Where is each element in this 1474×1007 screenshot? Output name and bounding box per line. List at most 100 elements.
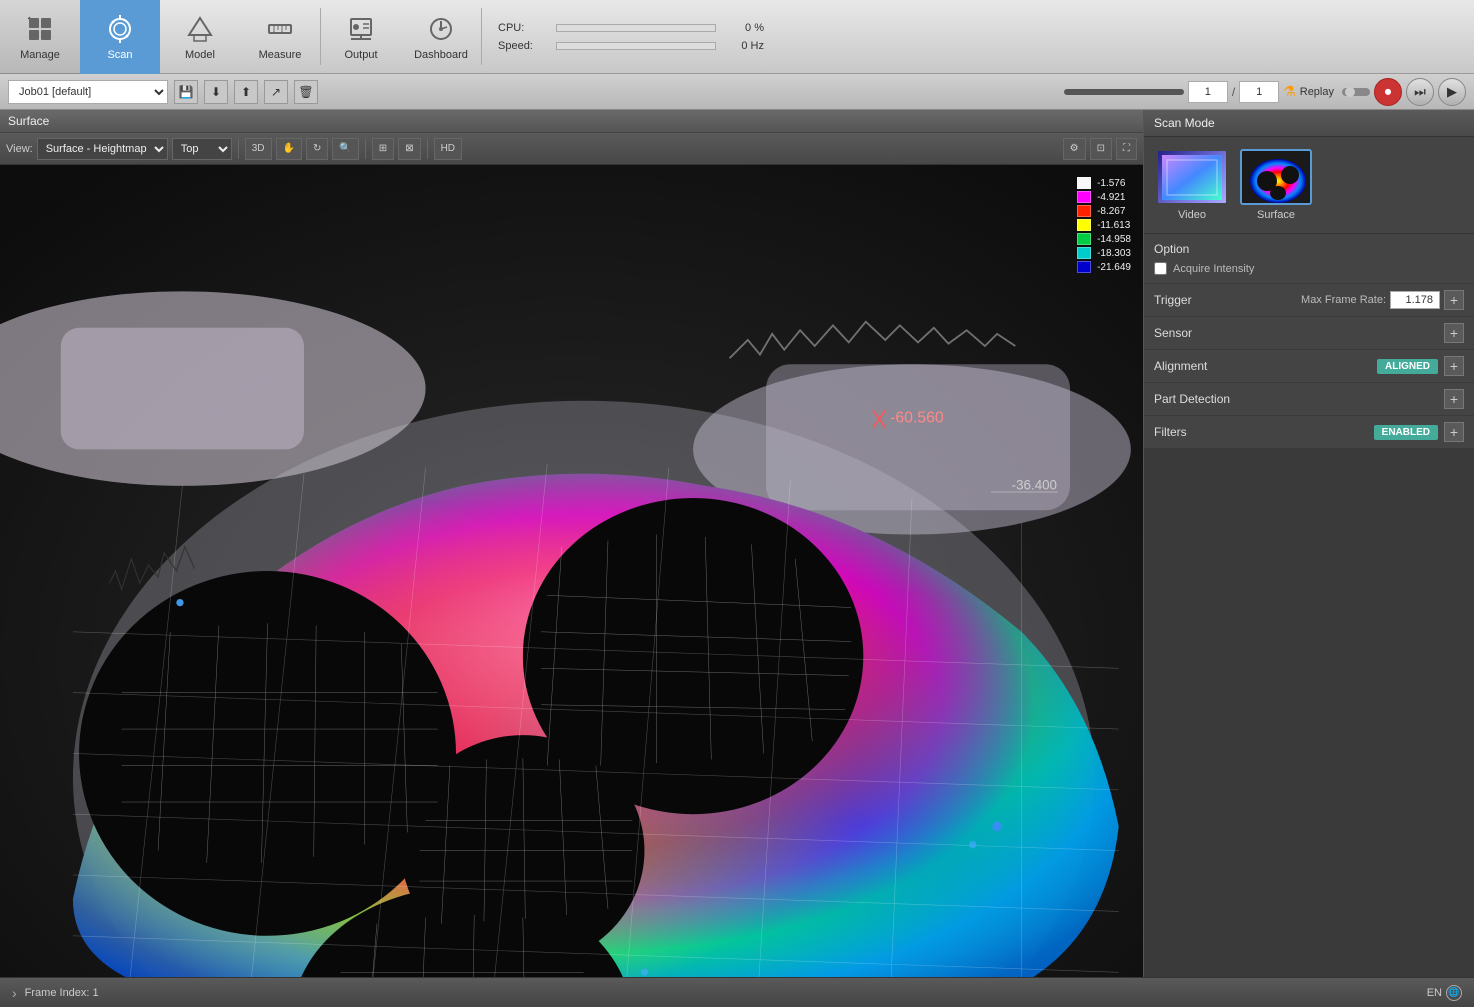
scan-mode-video[interactable]: Video — [1156, 149, 1228, 221]
download-button[interactable]: ⬇ — [204, 80, 228, 104]
manage-label: Manage — [20, 49, 60, 61]
export-button[interactable]: ↗ — [264, 80, 288, 104]
view-grid-button[interactable]: ⊞ — [372, 138, 394, 160]
scan-mode-title: Scan Mode — [1154, 116, 1215, 130]
surface-visualization: -60.560 -36.400 — [0, 165, 1143, 977]
view-controls: View: Surface - Heightmap Top 3D ✋ ↻ 🔍 ⊞… — [0, 133, 1143, 165]
surface-mode-label: Surface — [1257, 209, 1295, 221]
model-label: Model — [185, 49, 215, 61]
alignment-section[interactable]: Alignment ALIGNED + — [1144, 350, 1474, 383]
output-icon — [345, 13, 377, 45]
right-panel-empty — [1144, 449, 1474, 977]
view-rotate-button[interactable]: ↻ — [306, 138, 328, 160]
frame-current-input[interactable] — [1188, 81, 1228, 103]
alignment-plus-button[interactable]: + — [1444, 356, 1464, 376]
record-button[interactable]: ⏺ — [1374, 78, 1402, 106]
delete-button[interactable]: 🗑 — [294, 80, 318, 104]
hd-label: HD — [441, 143, 455, 154]
toolbar-btn-model[interactable]: Model — [160, 0, 240, 74]
legend-value-0: -1.576 — [1097, 178, 1125, 189]
scan-label: Scan — [107, 49, 132, 61]
upload-button[interactable]: ⬆ — [234, 80, 258, 104]
skip-icon: ⏭ — [1414, 84, 1426, 100]
filters-section[interactable]: Filters ENABLED + — [1144, 416, 1474, 449]
replay-controls: / ⚗ Replay ⏺ ⏭ ▶ — [1064, 78, 1466, 106]
toolbar-btn-manage[interactable]: Manage — [0, 0, 80, 74]
sensor-section[interactable]: Sensor + — [1144, 317, 1474, 350]
part-detection-section[interactable]: Part Detection + — [1144, 383, 1474, 416]
legend-item-6: -21.649 — [1077, 261, 1131, 273]
toolbar-btn-dashboard[interactable]: Dashboard — [401, 0, 481, 74]
cpu-label: CPU: — [498, 22, 548, 34]
color-legend: -1.576 -4.921 -8.267 -11.613 -14.958 — [1077, 177, 1131, 273]
toolbar-btn-scan[interactable]: Scan — [80, 0, 160, 74]
cpu-value: 0 % — [724, 22, 764, 34]
speed-bar — [556, 42, 716, 50]
part-detection-plus-button[interactable]: + — [1444, 389, 1464, 409]
view-overlay-button[interactable]: ⊠ — [398, 138, 420, 160]
view-3d-button[interactable]: 3D — [245, 138, 272, 160]
svg-text:-36.400: -36.400 — [1012, 478, 1057, 493]
toolbar-btn-output[interactable]: Output — [321, 0, 401, 74]
view-sep-3 — [427, 139, 428, 159]
orientation-select[interactable]: Top — [172, 138, 232, 160]
trigger-plus-button[interactable]: + — [1444, 290, 1464, 310]
view-fullscreen-button[interactable]: ⛶ — [1116, 138, 1137, 160]
view-label: View: — [6, 143, 33, 155]
play-icon: ▶ — [1447, 84, 1457, 100]
legend-value-4: -14.958 — [1097, 234, 1131, 245]
replay-toggle-icon — [1342, 86, 1370, 98]
view-sep-2 — [365, 139, 366, 159]
dashboard-label: Dashboard — [414, 49, 468, 61]
skip-button[interactable]: ⏭ — [1406, 78, 1434, 106]
view-zoom-button[interactable]: 🔍 — [332, 138, 358, 160]
legend-value-1: -4.921 — [1097, 192, 1125, 203]
toolbar-btn-measure[interactable]: Measure — [240, 0, 320, 74]
sensor-plus-button[interactable]: + — [1444, 323, 1464, 343]
view-settings-button[interactable]: ⚙ — [1063, 138, 1086, 160]
speed-row: Speed: 0 Hz — [498, 40, 764, 52]
filters-plus-button[interactable]: + — [1444, 422, 1464, 442]
option-label: Option — [1154, 242, 1464, 256]
view-hd-button[interactable]: HD — [434, 138, 462, 160]
acquire-intensity-label: Acquire Intensity — [1173, 263, 1254, 275]
measure-label: Measure — [259, 49, 302, 61]
legend-value-6: -21.649 — [1097, 262, 1131, 273]
view-sep-1 — [238, 139, 239, 159]
view-hand-button[interactable]: ✋ — [276, 138, 302, 160]
max-frame-rate-value: 1.178 — [1390, 291, 1440, 309]
frame-index-label: Frame Index: 1 — [25, 987, 1427, 999]
surface-header: Surface — [0, 110, 1143, 133]
cpu-info: CPU: 0 % Speed: 0 Hz — [482, 0, 780, 73]
surface-thumb-svg — [1242, 151, 1312, 205]
play-button[interactable]: ▶ — [1438, 78, 1466, 106]
job-select[interactable]: Job01 [default] — [8, 80, 168, 104]
video-preview — [1158, 151, 1226, 203]
save-job-button[interactable]: 💾 — [174, 80, 198, 104]
acquire-intensity-checkbox[interactable] — [1154, 262, 1167, 275]
sensor-label: Sensor — [1154, 326, 1438, 340]
dashboard-icon — [425, 13, 457, 45]
legend-swatch-4 — [1077, 233, 1091, 245]
max-frame-rate-label: Max Frame Rate: — [1301, 294, 1386, 306]
viewport[interactable]: -60.560 -36.400 -1.576 -4.921 -8.267 — [0, 165, 1143, 977]
scan-mode-surface[interactable]: Surface — [1240, 149, 1312, 221]
legend-value-5: -18.303 — [1097, 248, 1131, 259]
replay-label: Replay — [1300, 86, 1334, 98]
delete-icon: 🗑 — [298, 85, 313, 99]
svg-text:-60.560: -60.560 — [890, 410, 944, 427]
replay-slider[interactable] — [1064, 89, 1184, 95]
view-windowed-button[interactable]: ⊡ — [1090, 138, 1112, 160]
legend-item-4: -14.958 — [1077, 233, 1131, 245]
frame-total-input[interactable] — [1239, 81, 1279, 103]
upload-icon: ⬆ — [241, 85, 251, 99]
cpu-row: CPU: 0 % — [498, 22, 764, 34]
scan-icon — [104, 13, 136, 45]
acquire-intensity-row: Acquire Intensity — [1154, 262, 1464, 275]
part-detection-label: Part Detection — [1154, 392, 1438, 406]
manage-icon — [24, 13, 56, 45]
bottom-chevron-icon[interactable]: › — [12, 985, 17, 1001]
save-icon: 💾 — [179, 85, 194, 99]
view-mode-select[interactable]: Surface - Heightmap — [37, 138, 168, 160]
trigger-section: Trigger Max Frame Rate: 1.178 + — [1144, 284, 1474, 317]
